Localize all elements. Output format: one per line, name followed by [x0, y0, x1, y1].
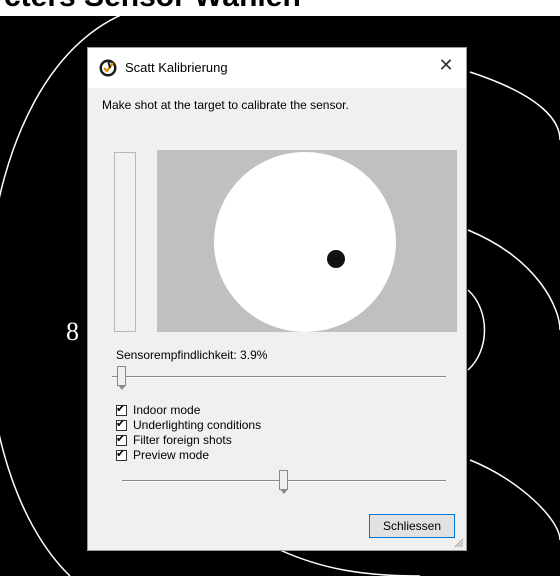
checkbox-box[interactable]: ✔ — [116, 416, 127, 431]
instruction-text: Make shot at the target to calibrate the… — [102, 98, 349, 112]
sensitivity-slider-track — [112, 376, 446, 378]
check-icon: ✔ — [116, 401, 126, 415]
target-ring-outer-top — [329, 9, 471, 16]
preview-slider-thumb[interactable] — [279, 470, 288, 494]
sensor-preview — [157, 150, 457, 332]
ring-number-label: 8 — [66, 317, 79, 346]
shot-marker — [327, 250, 345, 268]
checkbox-underlighting[interactable]: ✔ Underlighting conditions — [116, 416, 262, 432]
checkbox-preview-mode[interactable]: ✔ Preview mode — [116, 446, 210, 462]
check-icon: ✔ — [116, 416, 126, 430]
sensitivity-slider-thumb[interactable] — [117, 366, 127, 390]
resize-grip-icon[interactable] — [454, 538, 464, 548]
calibration-dialog: Scatt Kalibrierung ✕ Make shot at the ta… — [87, 47, 467, 551]
dialog-titlebar[interactable]: Scatt Kalibrierung ✕ — [88, 48, 466, 88]
checkbox-box[interactable]: ✔ — [116, 446, 127, 461]
checkbox-label: Preview mode — [133, 448, 210, 462]
checkbox-box[interactable]: ✔ — [116, 401, 127, 416]
target-ring-right-3 — [467, 289, 486, 371]
preview-slider[interactable] — [122, 470, 446, 494]
checkbox-indoor-mode[interactable]: ✔ Indoor mode — [116, 401, 201, 417]
checkbox-label: Indoor mode — [133, 403, 201, 417]
scatt-logo-icon — [99, 59, 117, 77]
sensitivity-slider[interactable] — [112, 366, 446, 390]
close-button[interactable]: Schliessen — [369, 514, 455, 538]
signal-level-bar — [114, 152, 136, 332]
target-ring-right-4 — [469, 459, 560, 541]
target-ring-right-2 — [467, 229, 560, 331]
checkbox-box[interactable]: ✔ — [116, 431, 127, 446]
checkbox-label: Underlighting conditions — [133, 418, 262, 432]
checkbox-label: Filter foreign shots — [133, 433, 232, 447]
check-icon: ✔ — [116, 446, 126, 460]
target-ring-bottom — [279, 549, 421, 576]
sensitivity-label: Sensorempfindlichkeit: 3.9% — [116, 348, 268, 362]
checkbox-filter-foreign[interactable]: ✔ Filter foreign shots — [116, 431, 232, 447]
check-icon: ✔ — [116, 431, 126, 445]
dialog-title: Scatt Kalibrierung — [125, 60, 228, 75]
target-ring-right-1 — [469, 71, 560, 141]
preview-target-disc — [214, 152, 396, 332]
close-icon[interactable]: ✕ — [426, 48, 466, 84]
